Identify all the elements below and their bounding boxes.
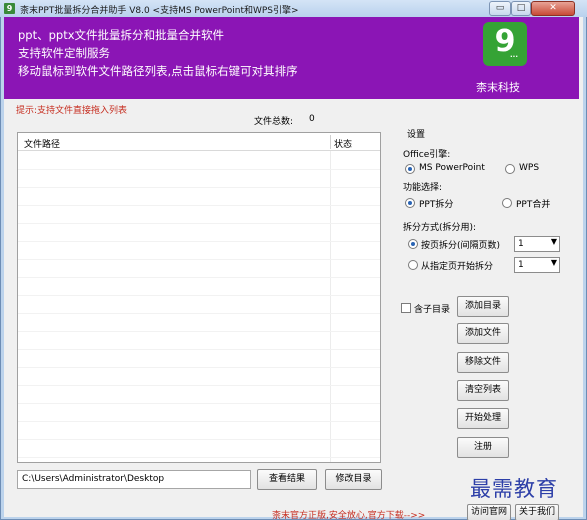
header-banner: ppt、pptx文件批量拆分和批量合并软件 支持软件定制服务 移动鼠标到软件文件… (4, 17, 579, 99)
add-file-button[interactable]: 添加文件 (457, 323, 509, 344)
settings-group-title: 设置 (405, 127, 428, 140)
func-merge-label[interactable]: PPT合并 (516, 197, 550, 210)
start-button[interactable]: 开始处理 (457, 408, 509, 429)
company-logo: 9 ... (483, 22, 527, 66)
output-path-field[interactable]: C:\Users\Administrator\Desktop (17, 470, 251, 489)
drag-hint: 提示:支持文件直接拖入列表 (16, 106, 128, 116)
banner-line-3: 移动鼠标到软件文件路径列表,点击鼠标右键可对其排序 (18, 64, 298, 78)
column-header-status[interactable]: 状态 (334, 137, 352, 150)
column-header-path[interactable]: 文件路径 (24, 137, 60, 150)
row-gridline (18, 457, 380, 458)
include-subdir-label[interactable]: 含子目录 (414, 302, 450, 315)
office-engine-label: Office引擎: (403, 150, 451, 160)
row-gridline (18, 169, 380, 170)
visit-site-button[interactable]: 访问官网 (467, 504, 511, 520)
mode-by-page-radio[interactable] (408, 239, 418, 249)
row-gridline (18, 403, 380, 404)
mode-from-page-label[interactable]: 从指定页开始拆分 (421, 259, 493, 272)
window-title: 柰末PPT批量拆分合并助手 V8.0 <支持MS PowerPoint和WPS引… (20, 6, 299, 16)
chevron-down-icon[interactable]: ▼ (551, 237, 557, 246)
engine-wps-label[interactable]: WPS (519, 163, 539, 173)
chevron-down-icon[interactable]: ▼ (551, 258, 557, 267)
row-gridline (18, 259, 380, 260)
view-results-button[interactable]: 查看结果 (257, 469, 317, 490)
close-button[interactable]: ✕ (531, 1, 575, 16)
row-gridline (18, 241, 380, 242)
client-area: ppt、pptx文件批量拆分和批量合并软件 支持软件定制服务 移动鼠标到软件文件… (4, 17, 583, 520)
file-count-label: 文件总数: (254, 117, 294, 127)
row-gridline (18, 187, 380, 188)
interval-select[interactable]: 1 ▼ (514, 236, 560, 252)
row-gridline (18, 421, 380, 422)
column-gridline (330, 151, 331, 462)
banner-line-2: 支持软件定制服务 (18, 46, 110, 60)
engine-ms-label[interactable]: MS PowerPoint (419, 163, 485, 173)
logo-dots: ... (510, 51, 518, 59)
row-gridline (18, 295, 380, 296)
register-button[interactable]: 注册 (457, 437, 509, 458)
row-gridline (18, 313, 380, 314)
mode-by-page-label[interactable]: 按页拆分(间隔页数) (421, 238, 500, 251)
engine-ms-radio[interactable] (405, 164, 415, 174)
row-gridline (18, 331, 380, 332)
company-name: 柰末科技 (476, 81, 520, 94)
watermark-text: 最需教育 (470, 477, 558, 501)
func-split-radio[interactable] (405, 198, 415, 208)
clear-list-button[interactable]: 清空列表 (457, 380, 509, 401)
row-gridline (18, 349, 380, 350)
func-merge-radio[interactable] (502, 198, 512, 208)
app-icon: 9 (4, 3, 15, 14)
file-count-value: 0 (309, 114, 315, 124)
banner-line-1: ppt、pptx文件批量拆分和批量合并软件 (18, 28, 225, 42)
start-page-select[interactable]: 1 ▼ (514, 257, 560, 273)
row-gridline (18, 439, 380, 440)
file-list[interactable]: 文件路径 状态 (17, 132, 381, 463)
footer-notice: 柰末官方正版,安全放心,官方下载-->> (272, 511, 426, 520)
maximize-button[interactable]: □ (511, 1, 531, 16)
include-subdir-checkbox[interactable] (401, 303, 411, 313)
add-dir-button[interactable]: 添加目录 (457, 296, 509, 317)
row-gridline (18, 367, 380, 368)
mode-from-page-radio[interactable] (408, 260, 418, 270)
file-list-header: 文件路径 状态 (18, 133, 380, 151)
row-gridline (18, 223, 380, 224)
engine-wps-radio[interactable] (505, 164, 515, 174)
remove-file-button[interactable]: 移除文件 (457, 352, 509, 373)
row-gridline (18, 205, 380, 206)
change-dir-button[interactable]: 修改目录 (325, 469, 382, 490)
split-mode-label: 拆分方式(拆分用): (403, 223, 477, 233)
func-split-label[interactable]: PPT拆分 (419, 197, 453, 210)
column-divider[interactable] (330, 135, 331, 149)
row-gridline (18, 277, 380, 278)
minimize-button[interactable]: ▭ (489, 1, 511, 16)
interval-value: 1 (518, 239, 524, 249)
start-page-value: 1 (518, 260, 524, 270)
row-gridline (18, 385, 380, 386)
about-button[interactable]: 关于我们 (515, 504, 559, 520)
title-bar[interactable]: 9 柰末PPT批量拆分合并助手 V8.0 <支持MS PowerPoint和WP… (0, 0, 587, 17)
function-label: 功能选择: (403, 183, 443, 193)
